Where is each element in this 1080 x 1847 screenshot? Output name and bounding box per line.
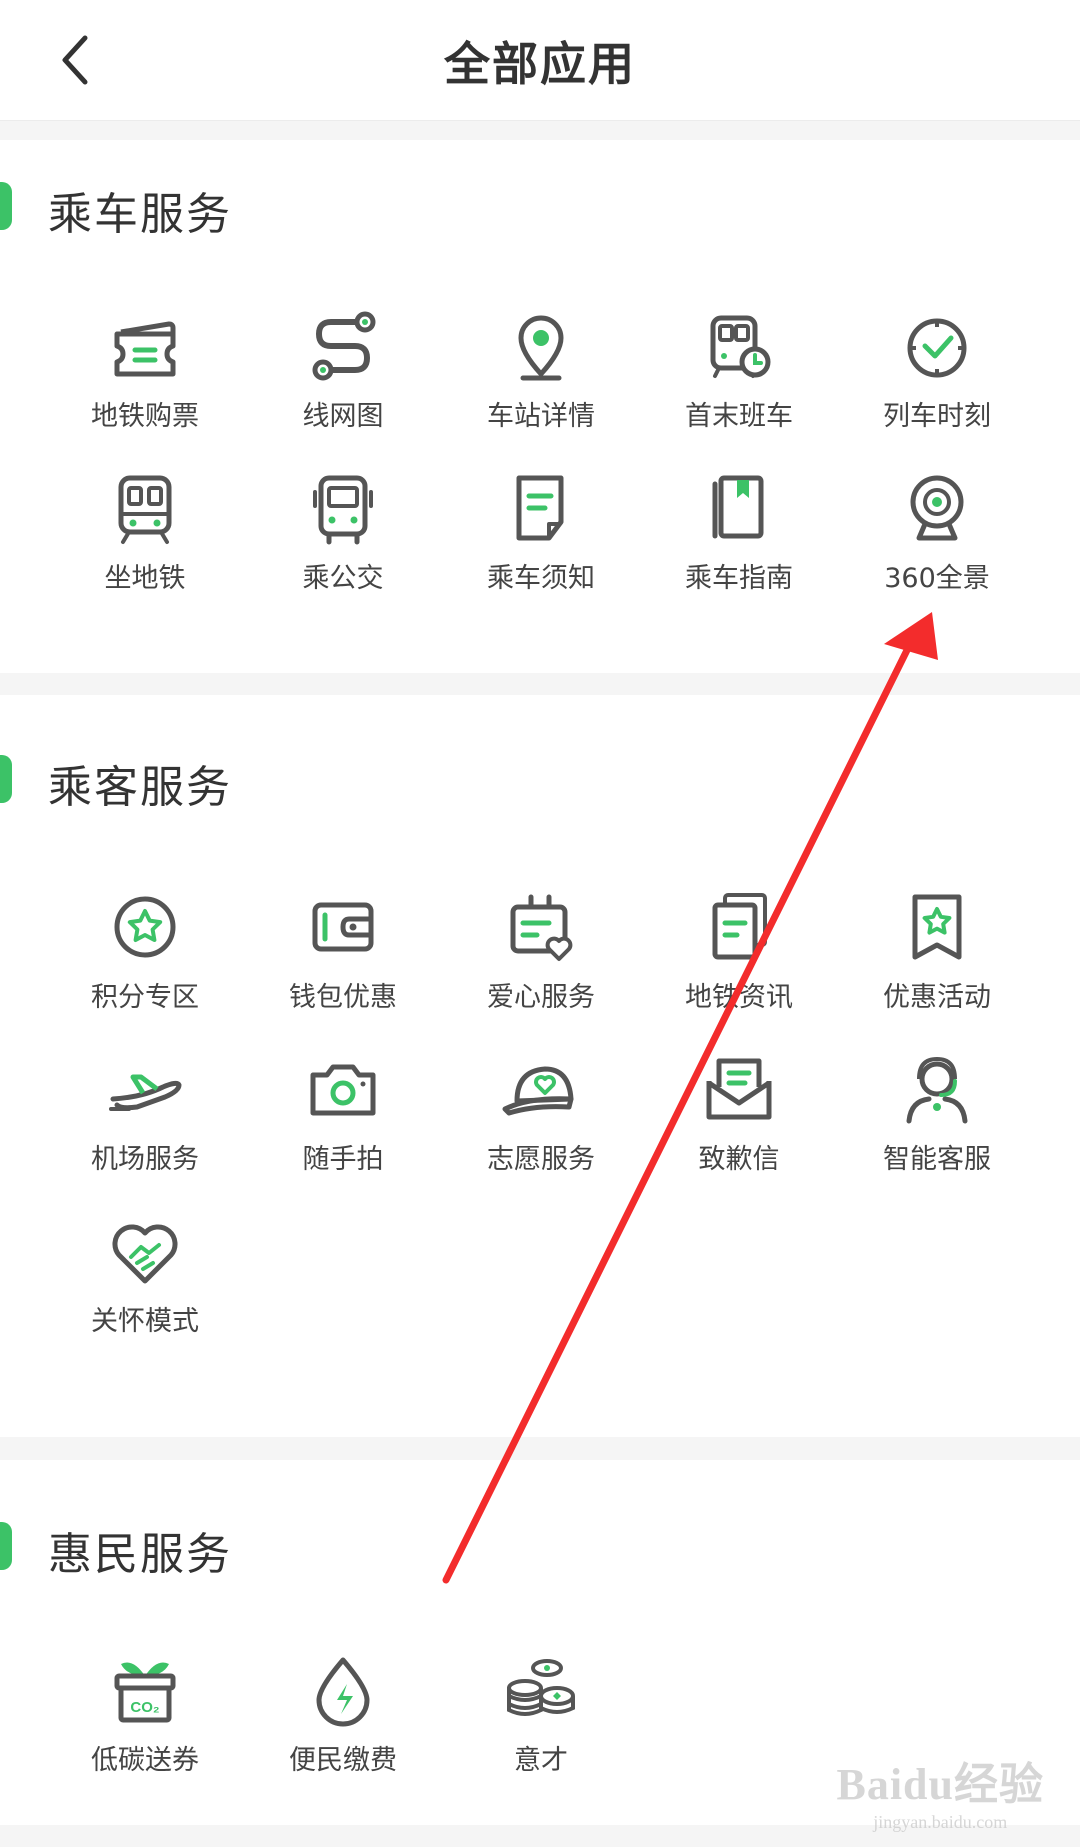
guide-book-icon	[712, 475, 764, 539]
app-label: 坐地铁	[104, 563, 186, 594]
energy-drop-icon	[316, 1657, 370, 1727]
app-train-schedule[interactable]: 列车时刻	[838, 304, 1036, 433]
app-label: 线网图	[302, 401, 384, 432]
section-ride-services: 乘车服务 地铁购票 线网图 车站详情 首末班车 列车时刻 坐地铁 乘公交 乘车须…	[0, 140, 1080, 673]
camera-icon	[310, 1064, 376, 1116]
section-accent-bar	[0, 1522, 12, 1570]
app-label: 爱心服务	[487, 982, 595, 1013]
app-smart-support[interactable]: 智能客服	[838, 1047, 1036, 1176]
top-bar: 全部应用	[0, 0, 1080, 121]
co2-gift-icon: CO₂	[114, 1662, 176, 1723]
wallet-icon	[312, 902, 374, 952]
app-label: 致歉信	[698, 1144, 780, 1175]
app-label: 首末班车	[685, 401, 793, 432]
train-clock-icon	[710, 315, 771, 378]
app-label: 地铁购票	[91, 401, 199, 432]
app-label: 钱包优惠	[289, 982, 397, 1013]
page-title: 全部应用	[444, 37, 636, 91]
watermark-logo: Baidu经验	[836, 1760, 1044, 1809]
app-first-last-train[interactable]: 首末班车	[640, 304, 838, 433]
app-label: 机场服务	[91, 1144, 199, 1175]
app-yicai[interactable]: 意才	[442, 1648, 640, 1777]
app-promo-activity[interactable]: 优惠活动	[838, 885, 1036, 1014]
metro-icon	[118, 475, 172, 544]
app-line-map[interactable]: 线网图	[244, 304, 442, 433]
section-title: 乘客服务	[48, 762, 232, 813]
app-label: 优惠活动	[883, 982, 991, 1013]
app-wallet-offers[interactable]: 钱包优惠	[244, 885, 442, 1014]
app-airport-service[interactable]: 机场服务	[46, 1047, 244, 1176]
ticket-icon	[114, 321, 176, 377]
section-passenger-services: 乘客服务 积分专区 钱包优惠 爱心服务 地铁资讯 优惠活动 机场服务 随手拍 志…	[0, 695, 1080, 1437]
section-title: 乘车服务	[48, 189, 232, 240]
section-accent-bar	[0, 755, 12, 803]
app-take-bus[interactable]: 乘公交	[244, 466, 442, 595]
app-apology-letter[interactable]: 致歉信	[640, 1047, 838, 1176]
app-ride-guide[interactable]: 乘车指南	[640, 466, 838, 595]
cap-icon	[502, 1066, 574, 1116]
app-label: 低碳送券	[91, 1745, 199, 1776]
app-label: 乘公交	[302, 563, 384, 594]
watermark-url: jingyan.baidu.com	[873, 1812, 1008, 1832]
app-label: 积分专区	[91, 982, 199, 1013]
app-label: 随手拍	[302, 1144, 384, 1175]
app-label: 乘车须知	[487, 563, 595, 594]
app-label: 地铁资讯	[685, 982, 793, 1013]
star-badge-icon	[114, 896, 176, 958]
app-label: 360全景	[884, 563, 990, 594]
app-station-detail[interactable]: 车站详情	[442, 304, 640, 433]
app-label: 车站详情	[487, 401, 595, 432]
notice-doc-icon	[516, 475, 564, 541]
app-snapshot[interactable]: 随手拍	[244, 1047, 442, 1176]
bus-icon	[313, 475, 373, 545]
care-handshake-icon	[112, 1224, 178, 1284]
svg-text:CO₂: CO₂	[130, 1699, 159, 1716]
app-bill-payment[interactable]: 便民缴费	[244, 1648, 442, 1777]
app-label: 便民缴费	[289, 1745, 397, 1776]
airplane-icon	[109, 1074, 182, 1111]
app-love-service[interactable]: 爱心服务	[442, 885, 640, 1014]
app-label: 关怀模式	[91, 1306, 199, 1337]
app-label: 智能客服	[883, 1144, 991, 1175]
section-title: 惠民服务	[48, 1529, 232, 1580]
app-label: 意才	[514, 1745, 568, 1776]
app-label: 乘车指南	[685, 563, 793, 594]
app-ride-notice[interactable]: 乘车须知	[442, 466, 640, 595]
app-take-metro[interactable]: 坐地铁	[46, 466, 244, 595]
section-accent-bar	[0, 182, 12, 230]
app-care-mode[interactable]: 关怀模式	[46, 1209, 244, 1338]
watermark: Baidu经验 jingyan.baidu.com	[836, 1748, 1044, 1833]
app-volunteer[interactable]: 志愿服务	[442, 1047, 640, 1176]
clock-icon	[907, 318, 967, 378]
star-bookmark-icon	[912, 894, 962, 960]
app-label: 列车时刻	[883, 401, 991, 432]
app-360-panorama[interactable]: 360全景	[838, 466, 1036, 595]
app-points-zone[interactable]: 积分专区	[46, 885, 244, 1014]
route-map-icon	[312, 311, 376, 381]
app-low-carbon-coupon[interactable]: CO₂ 低碳送券	[46, 1648, 244, 1777]
customer-service-icon	[906, 1056, 968, 1124]
love-service-icon	[510, 894, 573, 961]
coins-icon	[507, 1659, 575, 1716]
app-label: 志愿服务	[487, 1144, 595, 1175]
app-metro-ticket[interactable]: 地铁购票	[46, 304, 244, 433]
panorama-camera-icon	[910, 475, 964, 541]
news-icon	[712, 893, 767, 960]
letter-icon	[706, 1058, 772, 1120]
location-pin-icon	[518, 315, 564, 381]
app-metro-news[interactable]: 地铁资讯	[640, 885, 838, 1014]
